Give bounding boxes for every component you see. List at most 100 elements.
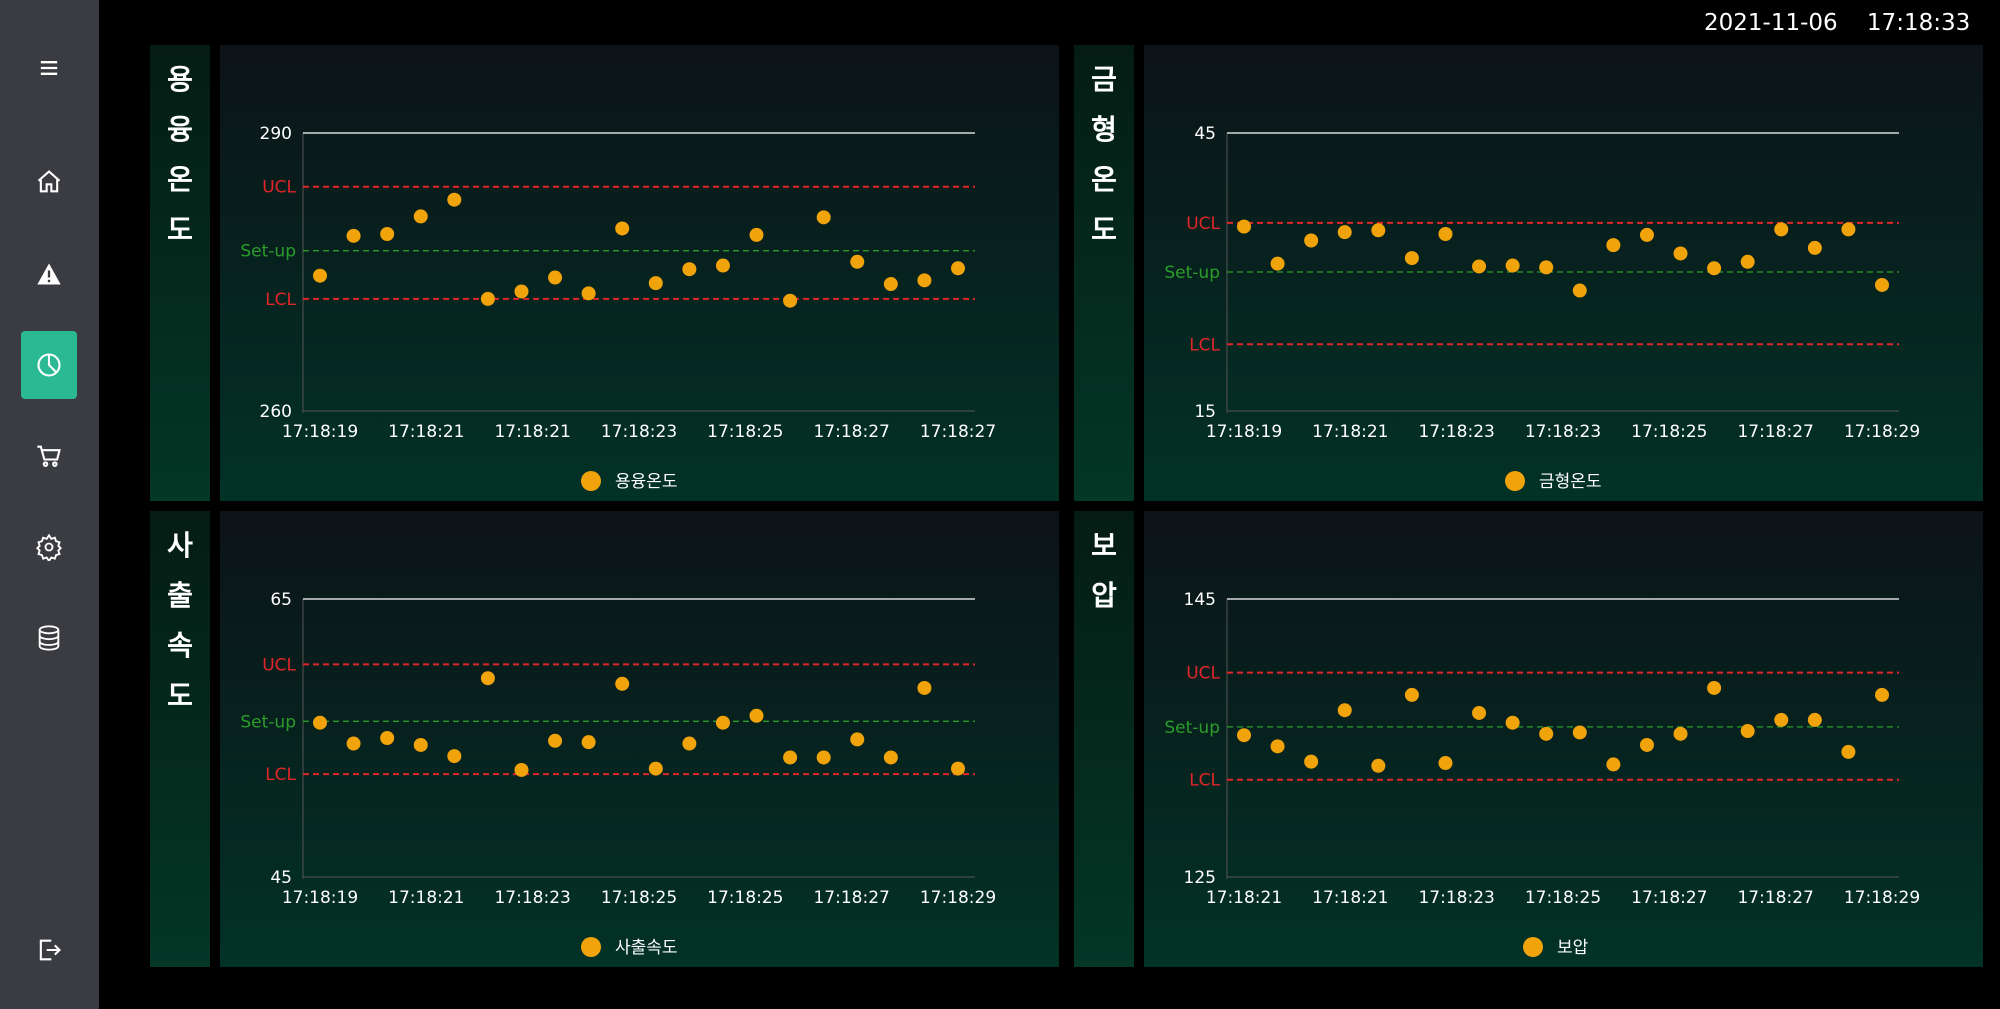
data-point [615, 221, 630, 236]
legend-label: 사출속도 [615, 938, 678, 958]
x-tick-label: 17:18:29 [1844, 422, 1920, 442]
data-point [648, 276, 663, 291]
data-point [1807, 240, 1822, 255]
x-tick-label: 17:18:25 [707, 422, 783, 442]
y-tick-label: 45 [270, 868, 292, 888]
legend-marker [581, 471, 601, 491]
cart-icon[interactable] [21, 422, 77, 490]
data-point [1673, 246, 1688, 261]
holding-pressure-chart: UCLSet-upLCL14512517:18:21 17:18:21 17:18:… [1164, 590, 1920, 958]
data-point [1539, 726, 1554, 741]
x-tick-label: 17:18:29 [1844, 888, 1920, 908]
x-tick-label: 17:18:25 [1631, 422, 1707, 442]
chart-panel-holding-pressure: UCL Set-up LCL 145 125 17:18:21 17:18:21 17:18:… [1144, 511, 1983, 967]
x-tick-label: 17:18:23 [494, 888, 570, 908]
label-char: 도 [1091, 213, 1117, 246]
data-point [749, 708, 764, 723]
label-char: 융 [167, 113, 193, 146]
data-point [615, 676, 630, 691]
data-point [380, 227, 395, 242]
x-tick-label: 17:18:21 [1312, 422, 1388, 442]
data-point [1438, 227, 1453, 242]
home-icon[interactable] [21, 148, 77, 216]
x-tick-label: 17:18:21 [1206, 888, 1282, 908]
data-point [1472, 705, 1487, 720]
date-text: 2021-11-06 [1704, 10, 1838, 36]
label-char: 압 [1091, 579, 1117, 612]
x-tick-label: 17:18:19 [282, 888, 358, 908]
data-point [1270, 739, 1285, 754]
data-point [1404, 251, 1419, 266]
legend-marker [1523, 937, 1543, 957]
label-char: 사 [167, 529, 193, 562]
data-point [581, 735, 596, 750]
x-tick-label: 17:18:25 [707, 888, 783, 908]
data-point [480, 291, 495, 306]
chart-pie-icon[interactable] [21, 331, 77, 399]
legend-label: 보압 [1557, 938, 1589, 958]
data-point [480, 671, 495, 686]
data-point [313, 715, 327, 730]
ucl-label: UCL [1186, 664, 1220, 684]
data-point [1371, 758, 1386, 773]
ucl-label: UCL [262, 655, 296, 675]
label-char: 용 [167, 63, 193, 96]
data-point [1639, 737, 1654, 752]
label-char: 온 [1091, 163, 1117, 196]
data-point [715, 258, 730, 273]
ucl-label: UCL [262, 178, 296, 198]
data-point [1371, 223, 1386, 238]
data-point [1841, 744, 1856, 759]
melt-temp-chart: UCL Set-up LCL 290 26017:18:19 17:18:21 17:18:… [240, 124, 996, 492]
data-point [1304, 754, 1319, 769]
data-point [1572, 283, 1587, 298]
y-tick-label: 145 [1184, 590, 1216, 610]
injection-speed-chart: UCL Set-up LCL 65 4517:18:19 17:18:21 17:18:23… [240, 590, 996, 958]
data-point [1875, 277, 1889, 292]
legend-marker [1505, 471, 1525, 491]
data-point [682, 736, 697, 751]
label-char: 보 [1091, 529, 1117, 562]
data-point [1237, 219, 1251, 234]
x-tick-label: 17:18:23 [1418, 422, 1494, 442]
y-tick-label: 45 [1194, 124, 1216, 144]
data-point [715, 715, 730, 730]
data-point [1774, 712, 1789, 727]
logout-icon[interactable] [21, 916, 77, 984]
data-point [783, 293, 798, 308]
y-tick-label: 15 [1194, 402, 1216, 422]
lcl-label: LCL [1189, 335, 1220, 355]
data-point [1606, 238, 1621, 253]
y-tick-label: 290 [260, 124, 292, 144]
data-point [1707, 680, 1722, 695]
settings-gear-icon[interactable] [21, 513, 77, 581]
database-icon[interactable] [21, 604, 77, 672]
data-point [1875, 687, 1889, 702]
label-char: 속 [167, 629, 193, 662]
data-point [1237, 728, 1251, 743]
x-tick-label: 17:18:25 [1525, 888, 1601, 908]
warning-icon[interactable] [21, 240, 77, 308]
data-point [1606, 757, 1621, 772]
setup-label: Set-up [1164, 718, 1220, 738]
data-point [682, 262, 697, 277]
lcl-label: LCL [265, 290, 296, 310]
data-point [816, 210, 831, 225]
data-point [1639, 227, 1654, 242]
x-tick-label: 17:18:27 [1737, 422, 1813, 442]
data-point [783, 750, 798, 765]
x-tick-label: 17:18:27 [813, 888, 889, 908]
data-point [413, 737, 428, 752]
x-tick-label: 17:18:21 [388, 888, 464, 908]
data-point [1673, 726, 1688, 741]
y-tick-label: 260 [260, 402, 292, 422]
data-point [1774, 222, 1789, 237]
x-tick-label: 17:18:21 [388, 422, 464, 442]
data-point [1472, 259, 1487, 274]
holding-pressure-label-box: 보압 [1074, 511, 1134, 967]
data-point [749, 227, 764, 242]
label-char: 도 [167, 213, 193, 246]
chart-panel-injection-speed: UCL Set-up LCL 65 45 17:18:19 17:18:21 17:18:23… [220, 511, 1059, 967]
menu-icon[interactable] [21, 34, 77, 102]
data-point [514, 762, 529, 777]
